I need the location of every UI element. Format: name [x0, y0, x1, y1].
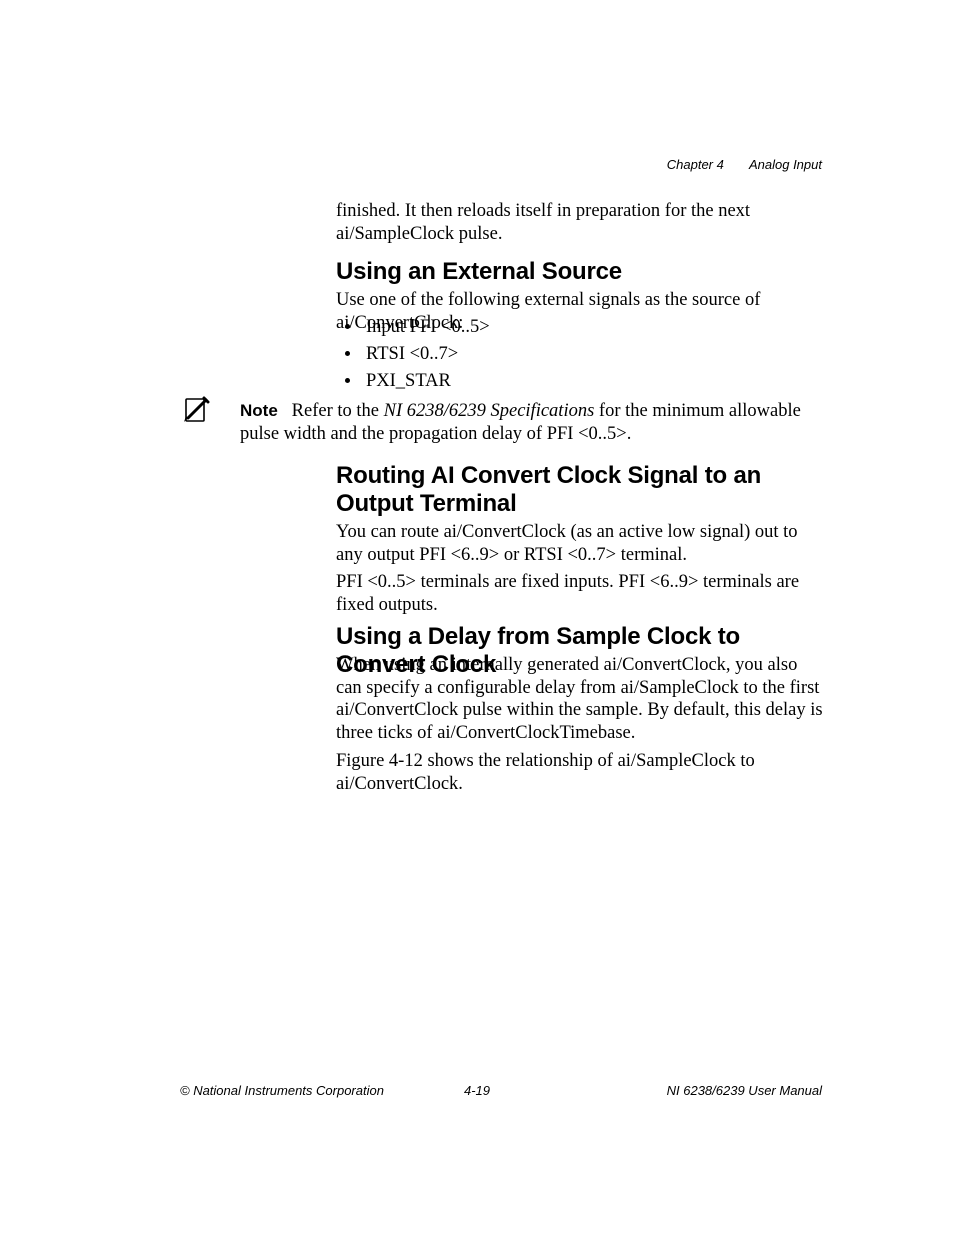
para-routing-1: You can route ai/ConvertClock (as an act…	[336, 521, 826, 566]
heading-external-source: Using an External Source	[336, 258, 826, 286]
header-title: Analog Input	[749, 157, 822, 172]
note-label: Note	[240, 401, 278, 420]
para-delay-2: Figure 4-12 shows the relationship of ai…	[336, 750, 826, 795]
note-before: Refer to the	[292, 401, 384, 421]
footer-manual-title: NI 6238/6239 User Manual	[667, 1083, 822, 1098]
para-delay-1: When using an internally generated ai/Co…	[336, 654, 826, 744]
note-italic: NI 6238/6239 Specifications	[384, 401, 595, 421]
note-text: Note Refer to the NI 6238/6239 Specifica…	[240, 400, 826, 445]
intro-paragraph: finished. It then reloads itself in prep…	[336, 200, 826, 245]
page: Chapter 4 Analog Input finished. It then…	[0, 0, 954, 1235]
note-icon	[180, 396, 212, 424]
list-item: RTSI <0..7>	[362, 341, 852, 368]
heading-routing: Routing AI Convert Clock Signal to an Ou…	[336, 462, 826, 517]
para-routing-2: PFI <0..5> terminals are fixed inputs. P…	[336, 571, 826, 616]
bullet-list: Input PFI <0..5> RTSI <0..7> PXI_STAR	[336, 314, 852, 394]
header-chapter: Chapter 4	[667, 157, 724, 172]
running-header: Chapter 4 Analog Input	[667, 157, 822, 172]
list-item: Input PFI <0..5>	[362, 314, 852, 341]
list-item: PXI_STAR	[362, 368, 852, 395]
